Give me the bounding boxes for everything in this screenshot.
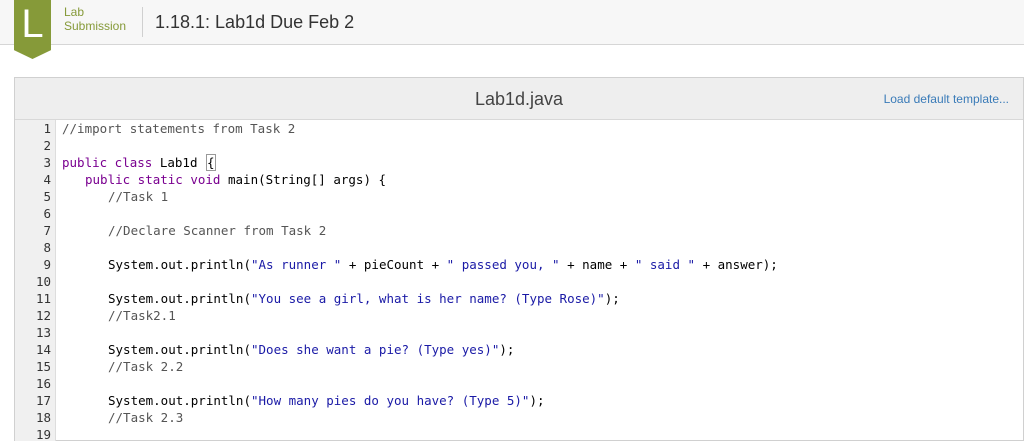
code-line: 13 (15, 324, 1023, 341)
code-line: 7 //Declare Scanner from Task 2 (15, 222, 1023, 239)
badge-label: Lab Submission (64, 5, 144, 33)
code-line: 19 (15, 426, 1023, 441)
code-text: public class Lab1d { (62, 154, 216, 171)
line-number: 2 (43, 138, 51, 153)
line-number: 5 (43, 189, 51, 204)
code-text: System.out.println("Does she want a pie?… (108, 342, 515, 357)
line-number: 1 (43, 121, 51, 136)
line-number: 6 (43, 206, 51, 221)
code-text: //Declare Scanner from Task 2 (108, 223, 327, 238)
line-number: 11 (35, 291, 51, 306)
code-line: 18 //Task 2.3 (15, 409, 1023, 426)
badge-letter: L (21, 2, 44, 46)
file-name: Lab1d.java (474, 89, 564, 109)
line-number: 17 (35, 393, 51, 408)
header-divider (142, 7, 143, 37)
line-number: 12 (35, 308, 51, 323)
load-default-template-link[interactable]: Load default template... (884, 92, 1009, 106)
code-line: 9 System.out.println("As runner " + pieCo… (15, 256, 1023, 273)
code-line: 3 public class Lab1d { (15, 154, 1023, 171)
code-area[interactable]: 1 //import statements from Task 2 2 3 public… (15, 120, 1023, 441)
line-number: 4 (43, 172, 51, 187)
code-line: 11 System.out.println("You see a girl, wh… (15, 290, 1023, 307)
code-line: 17 System.out.println("How many pies do y… (15, 392, 1023, 409)
line-number: 18 (35, 410, 51, 425)
line-number: 3 (43, 155, 51, 170)
code-line: 12 //Task2.1 (15, 307, 1023, 324)
lab-badge: L (14, 0, 51, 59)
editor-header: Lab1d.java Load default template... (15, 78, 1023, 120)
page-title: 1.18.1: Lab1d Due Feb 2 (155, 12, 355, 32)
line-number: 19 (35, 427, 51, 441)
line-number: 14 (35, 342, 51, 357)
code-text: System.out.println("You see a girl, what… (108, 291, 620, 306)
code-text: //Task 2.3 (108, 410, 184, 425)
code-text: //Task2.1 (108, 308, 176, 323)
code-line: 10 (15, 273, 1023, 290)
top-bar: L Lab Submission 1.18.1: Lab1d Due Feb 2 (0, 0, 1024, 59)
code-text: System.out.println("How many pies do you… (108, 393, 545, 408)
code-text: //Task 2.2 (108, 359, 184, 374)
code-line: 4 public static void main(String[] args) … (15, 171, 1023, 188)
line-number: 10 (35, 274, 51, 289)
code-text: System.out.println("As runner " + pieCou… (108, 257, 778, 272)
line-number: 9 (43, 257, 51, 272)
code-editor: Lab1d.java Load default template... 1 //i… (14, 77, 1024, 441)
line-number: 13 (35, 325, 51, 340)
line-number: 15 (35, 359, 51, 374)
line-number: 16 (35, 376, 51, 391)
code-text: public static void main(String[] args) { (85, 172, 387, 187)
code-line: 14 System.out.println("Does she want a pi… (15, 341, 1023, 358)
code-line: 6 (15, 205, 1023, 222)
code-text: //import statements from Task 2 (62, 121, 296, 136)
code-line: 8 (15, 239, 1023, 256)
code-text: //Task 1 (108, 189, 169, 204)
badge-label-line2: Submission (64, 19, 127, 33)
badge-label-line1: Lab (64, 5, 85, 19)
line-number: 7 (43, 223, 51, 238)
line-number: 8 (43, 240, 51, 255)
code-line: 2 (15, 137, 1023, 154)
code-line: 5 //Task 1 (15, 188, 1023, 205)
code-line: 15 //Task 2.2 (15, 358, 1023, 375)
code-line: 1 //import statements from Task 2 (15, 120, 1023, 137)
code-line: 16 (15, 375, 1023, 392)
